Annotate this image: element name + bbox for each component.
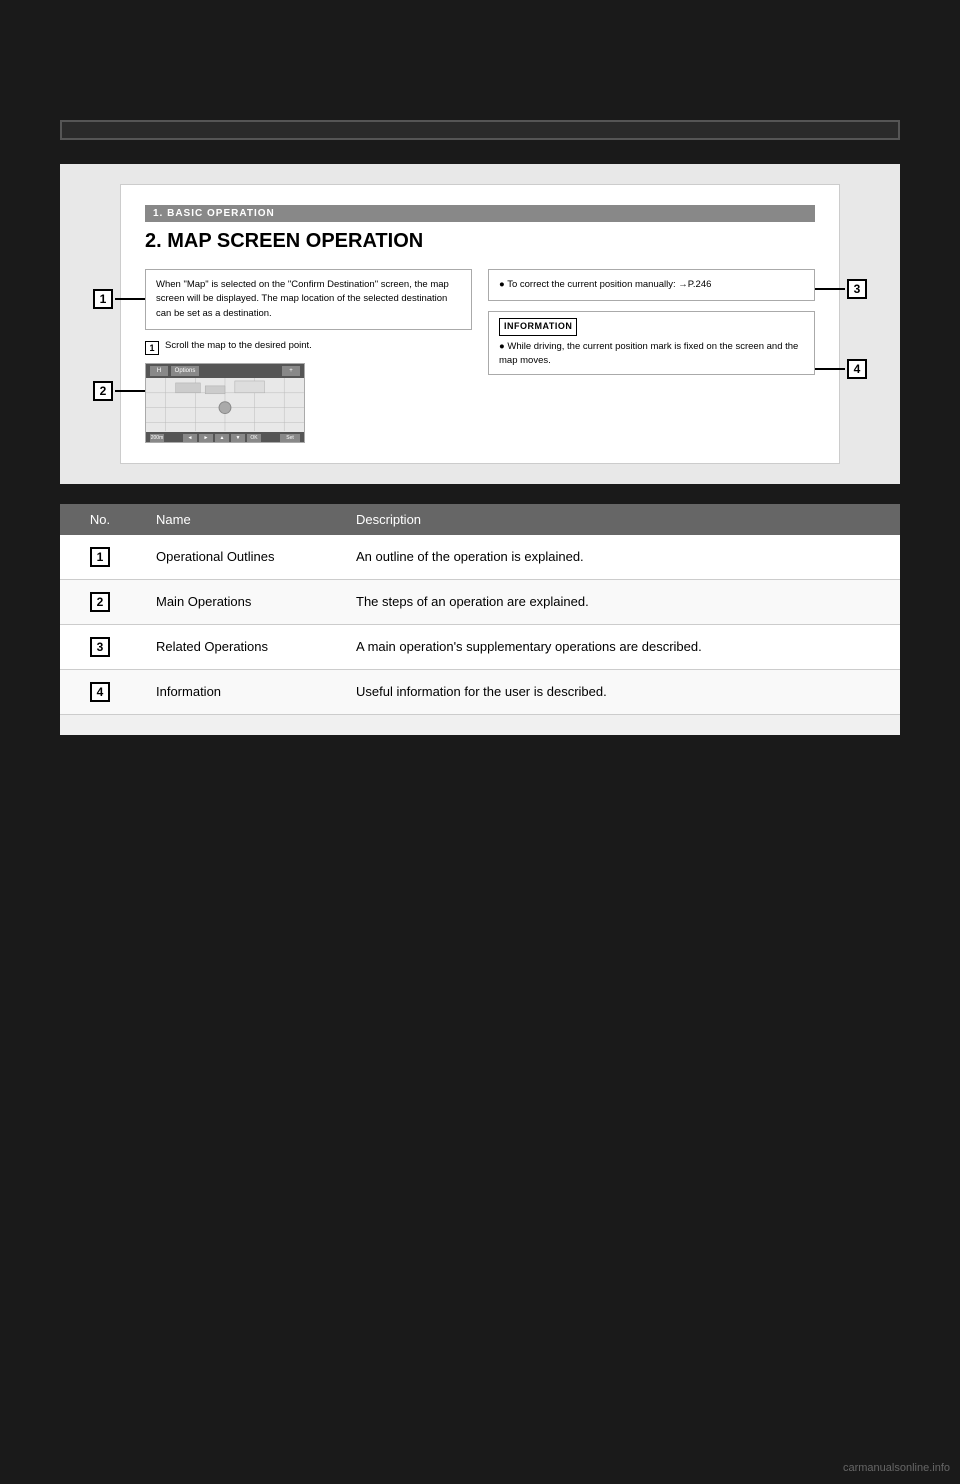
table-header-row: No. Name Description bbox=[60, 504, 900, 535]
row-2-no: 2 bbox=[60, 579, 140, 624]
map-btn-plus: + bbox=[282, 366, 300, 376]
info-table: No. Name Description 1 Operational Outli… bbox=[60, 504, 900, 715]
info-box-label: INFORMATION bbox=[499, 318, 577, 336]
map-svg bbox=[146, 378, 304, 431]
map-btn-h: H bbox=[150, 366, 168, 376]
map-nav-1: ◄ bbox=[183, 434, 197, 442]
row-1-description: An outline of the operation is explained… bbox=[340, 535, 900, 580]
row-num-2: 2 bbox=[90, 592, 110, 612]
col-header-description: Description bbox=[340, 504, 900, 535]
map-ok: OK bbox=[247, 434, 261, 442]
table-row: 2 Main Operations The steps of an operat… bbox=[60, 579, 900, 624]
table-row: 4 Information Useful information for the… bbox=[60, 669, 900, 714]
step-text-1: Scroll the map to the desired point. bbox=[165, 340, 312, 351]
indicator-num-2: 2 bbox=[93, 381, 113, 401]
row-2-description: The steps of an operation are explained. bbox=[340, 579, 900, 624]
map-nav-2: ► bbox=[199, 434, 213, 442]
page-wrapper: 1. BASIC OPERATION 2. MAP SCREEN OPERATI… bbox=[0, 0, 960, 1484]
row-num-3: 3 bbox=[90, 637, 110, 657]
info-box: INFORMATION ● While driving, the current… bbox=[488, 311, 815, 375]
manual-section-label: 1. BASIC OPERATION bbox=[145, 205, 815, 222]
table-row: 1 Operational Outlines An outline of the… bbox=[60, 535, 900, 580]
row-3-name: Related Operations bbox=[140, 624, 340, 669]
row-4-name: Information bbox=[140, 669, 340, 714]
map-bottom-bar: 200m ◄ ► ▲ ▼ OK Set bbox=[146, 432, 304, 443]
map-nav-3: ▲ bbox=[215, 434, 229, 442]
header-bar bbox=[60, 120, 900, 140]
step-num-1: 1 bbox=[145, 341, 159, 355]
info-box-text: ● While driving, the current position ma… bbox=[499, 340, 804, 369]
indicator-num-3: 3 bbox=[847, 279, 867, 299]
col-header-no: No. bbox=[60, 504, 140, 535]
map-dest: Set bbox=[280, 434, 300, 442]
row-3-description: A main operation's supplementary operati… bbox=[340, 624, 900, 669]
row-1-no: 1 bbox=[60, 535, 140, 580]
fake-map: H Options + bbox=[145, 363, 305, 443]
map-btn-options: Options bbox=[171, 366, 199, 376]
related-op-box: ● To correct the current position manual… bbox=[488, 269, 815, 301]
row-num-4: 4 bbox=[90, 682, 110, 702]
related-op-text: ● To correct the current position manual… bbox=[499, 279, 711, 290]
row-num-1: 1 bbox=[90, 547, 110, 567]
manual-page-body: When "Map" is selected on the "Confirm D… bbox=[145, 269, 815, 443]
step-line-1: 1 Scroll the map to the desired point. bbox=[145, 340, 472, 355]
manual-page: 1. BASIC OPERATION 2. MAP SCREEN OPERATI… bbox=[120, 184, 840, 464]
manual-outer: 1. BASIC OPERATION 2. MAP SCREEN OPERATI… bbox=[60, 164, 900, 484]
map-zoom-out: 200m bbox=[150, 434, 164, 442]
row-1-name: Operational Outlines bbox=[140, 535, 340, 580]
row-3-no: 3 bbox=[60, 624, 140, 669]
row-4-no: 4 bbox=[60, 669, 140, 714]
row-2-name: Main Operations bbox=[140, 579, 340, 624]
content-left: When "Map" is selected on the "Confirm D… bbox=[145, 269, 472, 443]
content-right: ● To correct the current position manual… bbox=[488, 269, 815, 443]
indicator-4: 4 bbox=[815, 359, 867, 379]
indicator-3: 3 bbox=[815, 279, 867, 299]
main-text-box: When "Map" is selected on the "Confirm D… bbox=[145, 269, 472, 330]
indicator-num-4: 4 bbox=[847, 359, 867, 379]
watermark: carmanualsonline.info bbox=[843, 1462, 950, 1474]
table-section: No. Name Description 1 Operational Outli… bbox=[60, 504, 900, 735]
col-header-name: Name bbox=[140, 504, 340, 535]
map-body bbox=[146, 378, 304, 432]
indicator-1: 1 bbox=[93, 289, 145, 309]
table-row: 3 Related Operations A main operation's … bbox=[60, 624, 900, 669]
indicator-num-1: 1 bbox=[93, 289, 113, 309]
indicator-2: 2 bbox=[93, 381, 145, 401]
manual-title: 2. MAP SCREEN OPERATION bbox=[145, 230, 815, 253]
map-nav-4: ▼ bbox=[231, 434, 245, 442]
map-toolbar: H Options + bbox=[146, 364, 304, 378]
row-4-description: Useful information for the user is descr… bbox=[340, 669, 900, 714]
